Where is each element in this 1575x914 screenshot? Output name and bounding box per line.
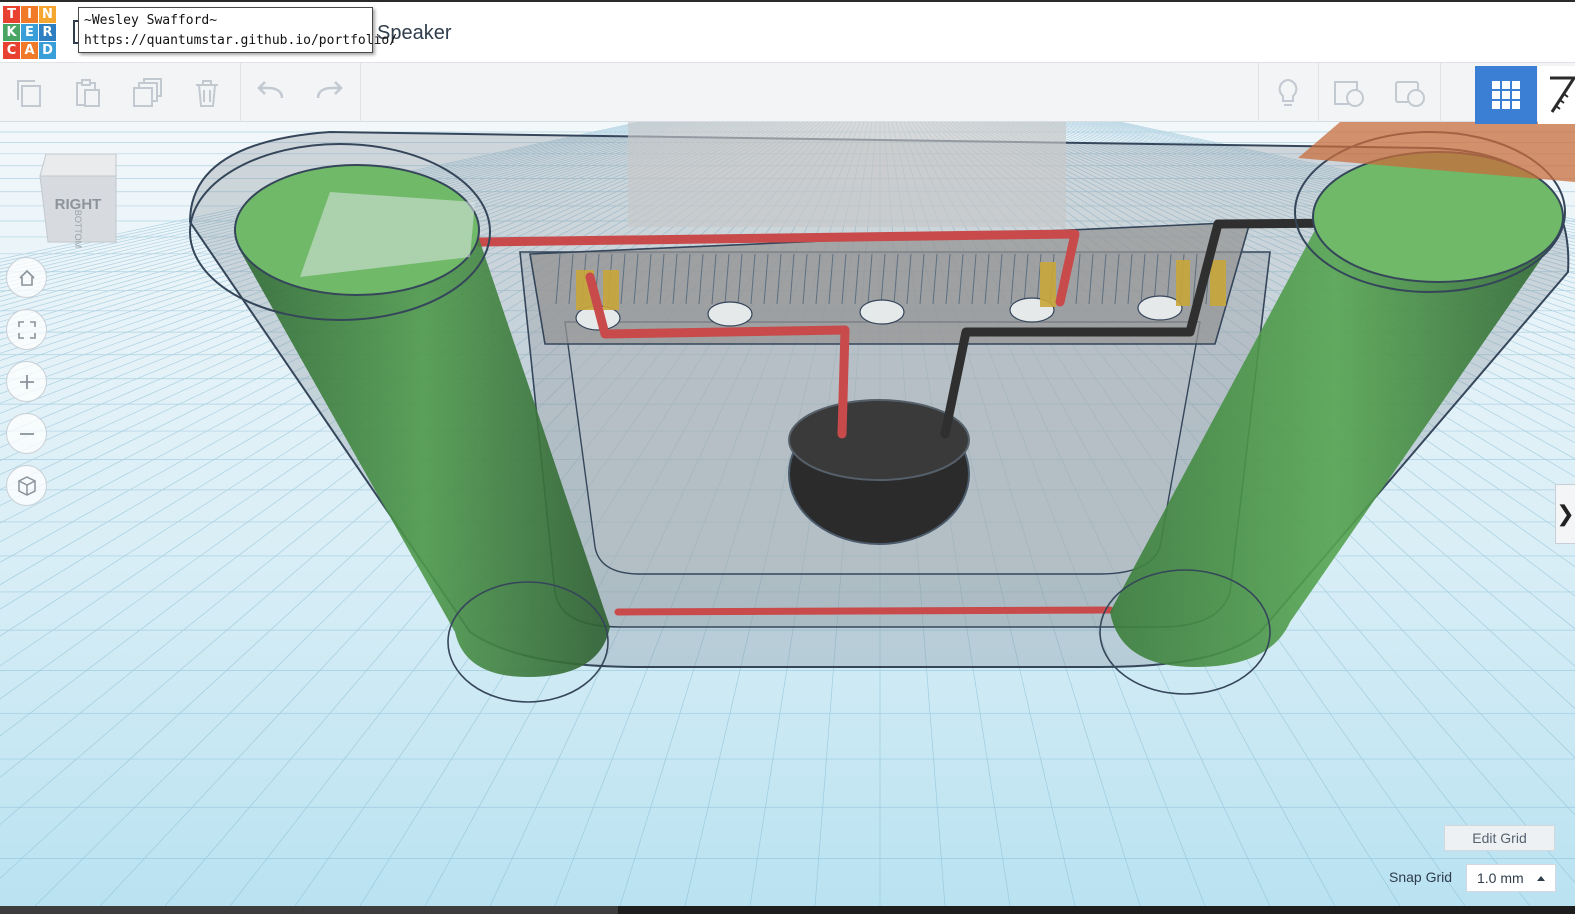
- collapse-panel-tab[interactable]: ❯: [1555, 484, 1575, 544]
- grid-view-icon: [1492, 81, 1520, 109]
- logo-letter: E: [21, 24, 38, 41]
- copy-icon: [17, 79, 41, 107]
- ruler-icon: [1550, 76, 1575, 113]
- horizontal-scrollbar[interactable]: [0, 906, 1575, 914]
- caret-up-icon: [1537, 876, 1545, 881]
- logo-letter: T: [3, 6, 20, 23]
- logo-letter: N: [39, 6, 56, 23]
- lightbulb-icon: [1278, 78, 1298, 106]
- hint-button[interactable]: [1259, 63, 1317, 122]
- delete-icon: [196, 79, 218, 107]
- tooltip-author: ~Wesley Swafford~: [84, 13, 218, 28]
- grid-view-button[interactable]: [1475, 66, 1537, 124]
- toolbar-divider: [240, 63, 241, 122]
- logo-letter: D: [39, 42, 56, 59]
- zoom-out-button[interactable]: [6, 413, 47, 454]
- snap-grid-select[interactable]: 1.0 mm: [1466, 864, 1556, 892]
- toolbar-divider: [1318, 63, 1319, 122]
- undo-button[interactable]: [242, 63, 300, 122]
- scrollbar-thumb[interactable]: [0, 906, 618, 914]
- tooltip-url: https://quantumstar.github.io/portfolio/: [84, 33, 398, 48]
- view-cube[interactable]: RIGHT BOTTOM: [36, 152, 120, 248]
- toolbar-divider: [360, 63, 361, 122]
- tinkercad-logo[interactable]: T I N K E R C A D: [3, 6, 57, 60]
- zoom-in-icon: [19, 374, 34, 389]
- perspective-button[interactable]: [6, 465, 47, 506]
- duplicate-icon: [133, 77, 162, 107]
- zoom-out-icon: [19, 432, 34, 435]
- redo-button[interactable]: [300, 63, 358, 122]
- undo-icon: [257, 80, 284, 98]
- logo-letter: K: [3, 24, 20, 41]
- workplane-viewport[interactable]: RIGHT BOTTOM ❯ Edit Grid Snap Grid 1.0 m…: [0, 122, 1575, 906]
- redo-icon: [316, 80, 343, 98]
- logo-letter: I: [21, 6, 38, 23]
- copy-button[interactable]: [0, 63, 58, 122]
- notes-button[interactable]: [1320, 63, 1378, 122]
- delete-button[interactable]: [178, 63, 236, 122]
- edit-grid-button[interactable]: Edit Grid: [1444, 825, 1555, 851]
- snap-grid-label: Snap Grid: [1389, 869, 1453, 885]
- home-icon: [18, 269, 35, 286]
- logo-letter: R: [39, 24, 56, 41]
- author-tooltip: ~Wesley Swafford~ https://quantumstar.gi…: [78, 7, 398, 53]
- workplane-scene[interactable]: [0, 122, 1575, 906]
- home-view-button[interactable]: [6, 257, 47, 298]
- duplicate-button[interactable]: [118, 63, 176, 122]
- shape-icon: [1395, 80, 1425, 107]
- view-cube-face-bottom: BOTTOM: [73, 210, 83, 248]
- ruler-button[interactable]: [1538, 66, 1575, 124]
- logo-letter: A: [21, 42, 38, 59]
- snap-grid-value: 1.0 mm: [1477, 870, 1524, 886]
- edit-toolbar: [0, 63, 1575, 122]
- paste-button[interactable]: [58, 63, 116, 122]
- notes-icon: [1334, 80, 1364, 107]
- app-header: T I N K E R C A D Speaker ~Wesley Swaffo…: [0, 0, 1575, 63]
- paste-icon: [76, 78, 100, 107]
- zoom-in-button[interactable]: [6, 361, 47, 402]
- fit-view-button[interactable]: [6, 309, 47, 350]
- fit-view-icon: [17, 320, 36, 339]
- perspective-icon: [17, 475, 36, 496]
- toolbar-divider: [1440, 63, 1441, 122]
- logo-letter: C: [3, 42, 20, 59]
- shapes-button[interactable]: [1381, 63, 1439, 122]
